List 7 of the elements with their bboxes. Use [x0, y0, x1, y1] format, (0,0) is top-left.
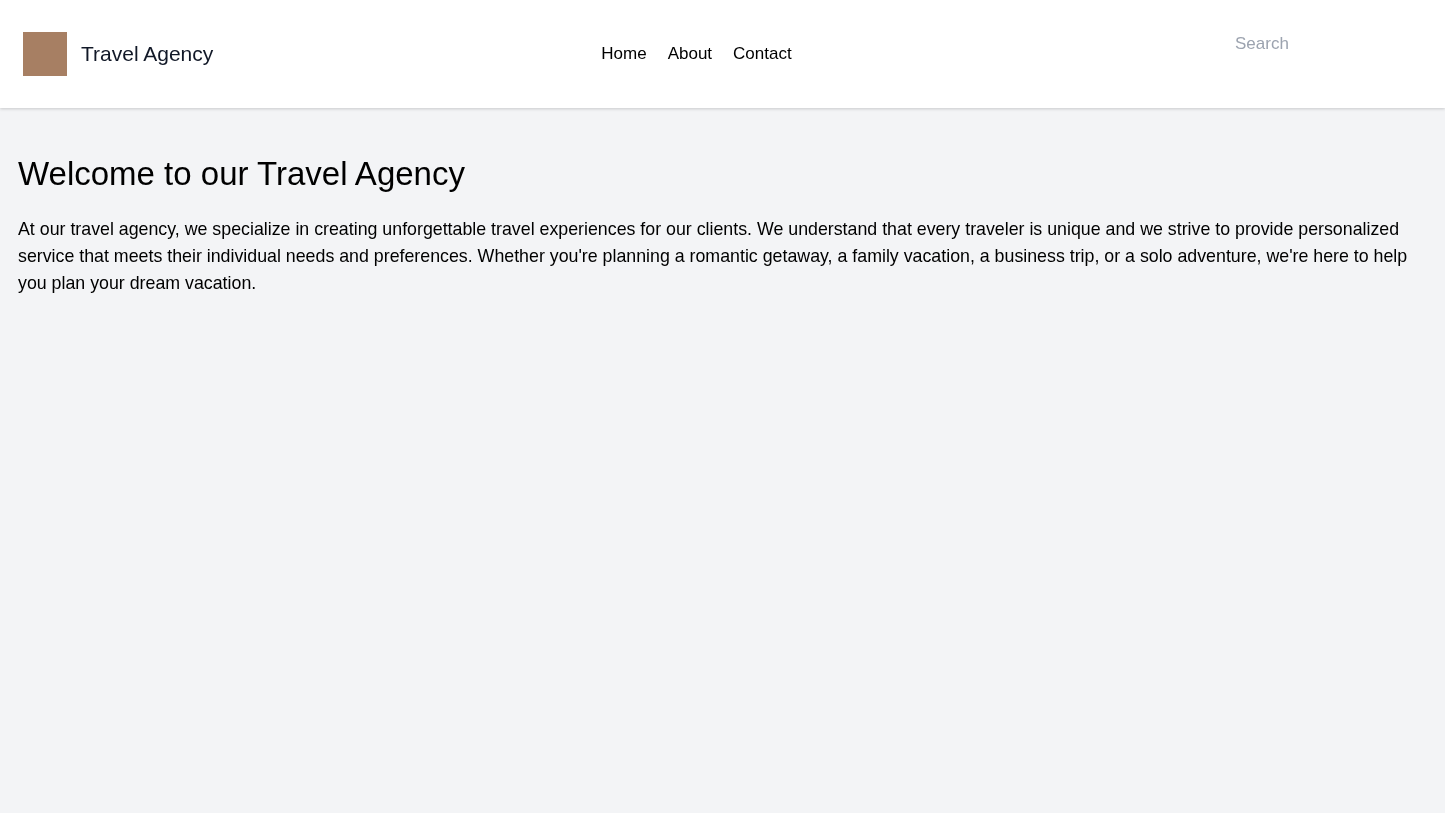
logo-photo-placeholder: [23, 32, 67, 76]
nav-link[interactable]: About: [667, 41, 713, 67]
nav-link[interactable]: Contact: [733, 41, 792, 67]
nav-link[interactable]: Home: [601, 41, 647, 67]
intro-paragraph: At our travel agency, we specialize in creating unforgettable travel experiences for our clients. We understand that every traveler is unique and we strive to provide personalized service that meets their individual needs and preferences. Whether you're planning a romantic getaway, a family vacation, a business trip, or a solo adventure, we're here to help you plan your dream vacation.: [18, 218, 1409, 295]
brand-name: Travel Agency: [81, 41, 214, 68]
page-heading: Welcome to our Travel Agency: [18, 156, 466, 192]
